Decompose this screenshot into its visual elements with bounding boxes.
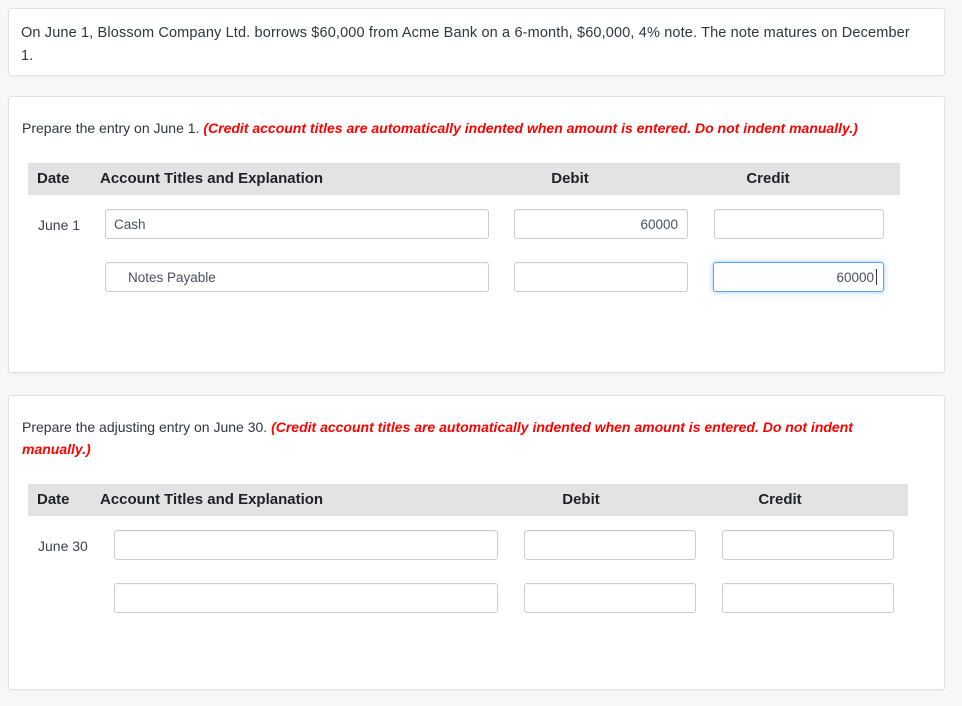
entry1-instruction-warning: (Credit account titles are automatically… [203,120,858,136]
problem-statement-text: On June 1, Blossom Company Ltd. borrows … [21,25,910,64]
entry1-instruction: Prepare the entry on June 1. (Credit acc… [22,117,912,139]
entry1-row1-credit-input[interactable] [714,209,884,239]
entry2-row2-account-input[interactable] [114,583,498,613]
entry1-header-titles: Account Titles and Explanation [100,170,324,187]
entry2-header-titles: Account Titles and Explanation [100,491,324,508]
entry1-row2-credit-input[interactable] [713,262,884,292]
entry1-row1-debit-input[interactable] [514,209,688,239]
entry1-header-date: Date [37,170,70,187]
entry1-instruction-lead: Prepare the entry on June 1. [22,120,204,136]
problem-statement-card: On June 1, Blossom Company Ltd. borrows … [8,8,945,76]
entry1-date-label: June 1 [38,217,81,233]
exercise-page: On June 1, Blossom Company Ltd. borrows … [0,0,962,706]
entry2-row2-credit-input[interactable] [722,583,894,613]
entry2-header-date: Date [37,491,70,508]
entry2-row1-debit-input[interactable] [524,530,696,560]
entry2-header-credit: Credit [758,491,802,508]
entry1-header-debit: Debit [551,170,589,187]
entry1-header-credit: Credit [746,170,790,187]
text-caret [876,269,877,285]
entry1-row2-account-input[interactable] [105,262,489,292]
entry1-row2-debit-input[interactable] [514,262,688,292]
entry2-instruction: Prepare the adjusting entry on June 30. … [22,416,880,460]
entry1-table-header: Date Account Titles and Explanation Debi… [28,163,900,195]
entry2-header-debit: Debit [562,491,600,508]
entry2-instruction-lead: Prepare the adjusting entry on June 30. [22,419,272,435]
entry2-date-label: June 30 [38,538,88,554]
entry2-row1-account-input[interactable] [114,530,498,560]
entry1-row1-account-input[interactable] [105,209,489,239]
entry2-row1-credit-input[interactable] [722,530,894,560]
entry2-row2-debit-input[interactable] [524,583,696,613]
entry2-table-header: Date Account Titles and Explanation Debi… [28,484,908,516]
